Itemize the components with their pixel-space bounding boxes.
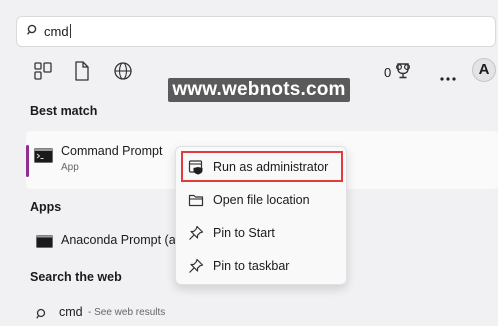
- more-options-icon[interactable]: [440, 68, 456, 86]
- command-prompt-icon: [34, 148, 53, 168]
- globe-icon[interactable]: [112, 60, 134, 82]
- result-subtitle: App: [61, 162, 79, 173]
- search-icon: [27, 24, 39, 43]
- result-title: Command Prompt: [61, 144, 163, 158]
- watermark: www.webnots.com: [168, 78, 350, 102]
- search-input[interactable]: cmd: [16, 16, 496, 47]
- trophy-icon: [394, 62, 412, 83]
- document-icon[interactable]: [71, 60, 93, 82]
- folder-icon: [188, 192, 204, 213]
- anaconda-prompt-icon: [36, 235, 53, 253]
- menu-item-pin-to-taskbar[interactable]: Pin to taskbar: [176, 252, 346, 280]
- menu-item-pin-to-start[interactable]: Pin to Start: [176, 219, 346, 247]
- rewards-count: 0: [384, 65, 392, 80]
- menu-item-label: Open file location: [213, 193, 310, 207]
- best-match-heading: Best match: [30, 104, 98, 118]
- pin-icon: [188, 225, 204, 246]
- search-icon: [36, 308, 48, 326]
- app-label: Anaconda Prompt (ar: [61, 233, 180, 247]
- menu-item-label: Pin to Start: [213, 226, 275, 240]
- search-query: cmd: [44, 24, 71, 39]
- search-web-heading: Search the web: [30, 270, 122, 284]
- apps-heading: Apps: [30, 200, 62, 214]
- menu-item-open-file-location[interactable]: Open file location: [176, 186, 346, 214]
- highlight-box: [181, 151, 343, 182]
- menu-item-label: Pin to taskbar: [213, 259, 290, 273]
- pin-icon: [188, 258, 204, 279]
- web-hint: - See web results: [88, 307, 166, 318]
- all-apps-icon[interactable]: [32, 60, 54, 82]
- avatar[interactable]: A: [472, 58, 496, 82]
- web-term: cmd: [59, 305, 83, 319]
- selection-accent: [26, 145, 29, 177]
